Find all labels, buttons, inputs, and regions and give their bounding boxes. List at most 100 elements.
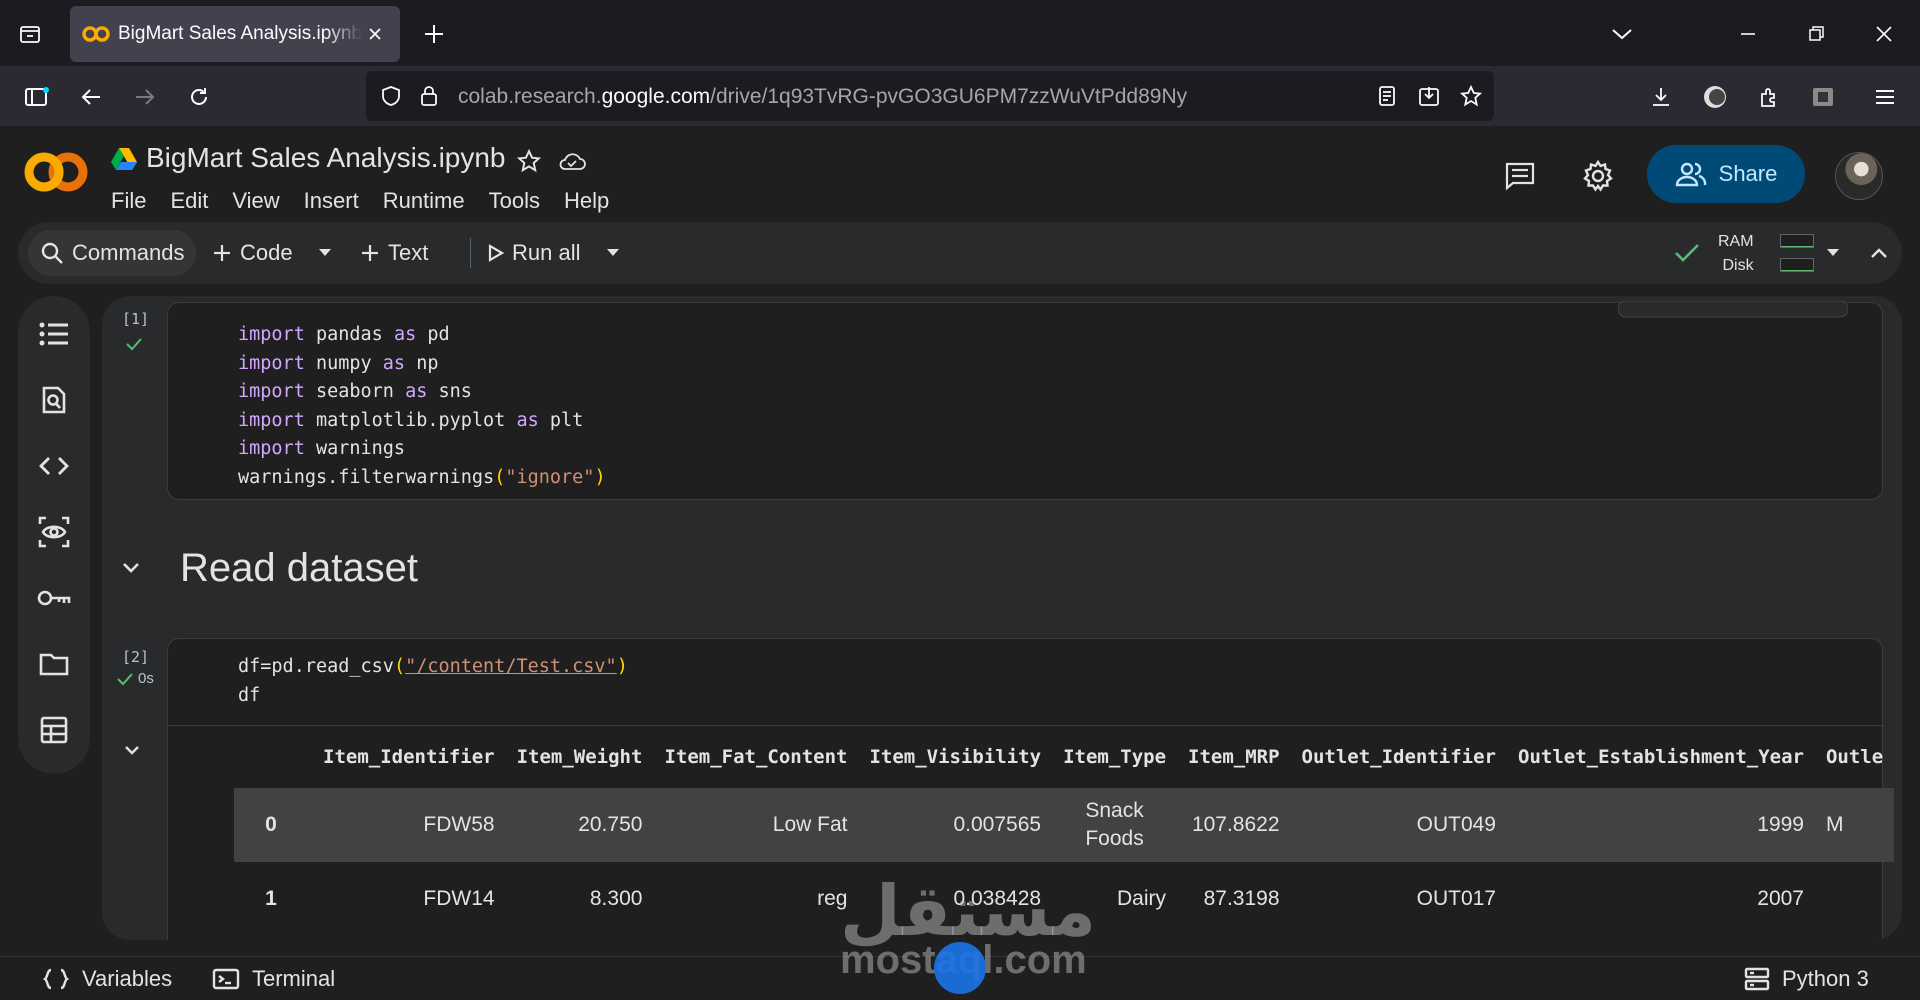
extension-badge-icon[interactable]: [1808, 82, 1838, 112]
tab-overflow-chevron-icon[interactable]: [1608, 20, 1636, 48]
cell-2-exec-count: [2]: [122, 648, 150, 666]
output-collapse-chevron-icon[interactable]: [122, 742, 142, 758]
terminal-button[interactable]: Terminal: [212, 957, 335, 1000]
menu-edit[interactable]: Edit: [170, 188, 208, 214]
menu-file[interactable]: File: [111, 188, 146, 214]
table-cell: 2007: [1757, 887, 1804, 910]
cell-2-success-check-icon: [117, 672, 133, 685]
table-cell: FDW14: [423, 887, 495, 910]
cell-2-exec-time: 0s: [138, 670, 154, 687]
resource-meters[interactable]: [1780, 234, 1814, 282]
disk-meter: [1780, 258, 1814, 272]
forward-arrow-icon[interactable]: [130, 82, 160, 112]
url-text[interactable]: colab.research.google.com/drive/1q93TvRG…: [458, 85, 1187, 109]
browser-tab-strip: BigMart Sales Analysis.ipynb - Colab: [0, 0, 1920, 66]
runtime-button[interactable]: Python 3: [1744, 957, 1869, 1000]
shield-icon[interactable]: [378, 83, 404, 109]
secrets-key-icon[interactable]: [36, 580, 72, 616]
menu-help[interactable]: Help: [564, 188, 609, 214]
add-code-dropdown-icon[interactable]: [318, 222, 332, 284]
code-label: Code: [240, 240, 293, 265]
menu-tools[interactable]: Tools: [489, 188, 540, 214]
reload-icon[interactable]: [184, 82, 214, 112]
reader-view-icon[interactable]: [1374, 83, 1400, 109]
people-icon: [1675, 162, 1706, 187]
google-drive-icon[interactable]: [110, 146, 138, 172]
cloud-saved-icon[interactable]: [556, 146, 588, 176]
add-text-button[interactable]: Text: [360, 222, 428, 284]
account-icon[interactable]: [1700, 82, 1730, 112]
menu-runtime[interactable]: Runtime: [383, 188, 465, 214]
close-window-icon[interactable]: [1870, 20, 1898, 48]
table-header-row: Item_Identifier Item_Weight Item_Fat_Con…: [234, 726, 1894, 788]
notebook-title[interactable]: BigMart Sales Analysis.ipynb: [146, 142, 506, 174]
ram-meter: [1780, 234, 1814, 248]
left-sidebar: [18, 296, 90, 774]
minimize-window-icon[interactable]: [1734, 20, 1762, 48]
tab-list-icon[interactable]: [16, 20, 44, 48]
data-table-icon[interactable]: [36, 712, 72, 748]
table-cell: 20.750: [505, 788, 654, 862]
table-cell: OUT049: [1290, 788, 1507, 862]
table-cell: M: [1814, 788, 1895, 862]
code-snippets-icon[interactable]: [36, 448, 72, 484]
cell-2-code[interactable]: df=pd.read_csv("/content/Test.csv") df: [238, 653, 628, 710]
browser-tab-active[interactable]: BigMart Sales Analysis.ipynb - Colab: [70, 6, 400, 62]
column-header: Item_Type: [1063, 746, 1167, 768]
code-cell-1[interactable]: import pandas as pd import numpy as np i…: [167, 301, 1883, 500]
collapse-header-icon[interactable]: [1870, 222, 1888, 284]
connected-check-icon: [1674, 222, 1700, 284]
terminal-label: Terminal: [252, 966, 336, 991]
table-of-contents-icon[interactable]: [36, 316, 72, 352]
user-avatar[interactable]: [1835, 152, 1883, 200]
braces-icon: [42, 968, 70, 990]
hamburger-menu-icon[interactable]: [1870, 82, 1900, 112]
variables-button[interactable]: Variables: [42, 957, 172, 1000]
runtime-label: Python 3: [1782, 966, 1869, 991]
variables-inspector-eye-icon[interactable]: [36, 514, 72, 550]
cell-2-exec-status: 0s: [116, 670, 154, 687]
share-button[interactable]: Share: [1647, 145, 1805, 203]
table-cell: 107.8622: [1177, 788, 1291, 862]
cell-toolbar: [1618, 301, 1848, 319]
restore-window-icon[interactable]: [1802, 20, 1830, 48]
run-all-dropdown-icon[interactable]: [606, 222, 620, 284]
resources-dropdown-icon[interactable]: [1826, 222, 1840, 284]
resource-labels[interactable]: RAM Disk: [1718, 230, 1754, 278]
table-cell: Low Fat: [653, 788, 859, 862]
section-collapse-chevron-icon[interactable]: [120, 560, 142, 576]
url-bar[interactable]: colab.research.google.com/drive/1q93TvRG…: [366, 71, 1494, 121]
comments-icon[interactable]: [1500, 156, 1540, 196]
bookmark-star-icon[interactable]: [1458, 83, 1484, 109]
add-code-button[interactable]: Code: [212, 222, 293, 284]
extensions-icon[interactable]: [1754, 82, 1784, 112]
commands-button[interactable]: Commands: [28, 230, 197, 276]
menu-bar: File Edit View Insert Runtime Tools Help: [111, 188, 609, 214]
column-header: Item_MRP: [1188, 746, 1280, 768]
files-folder-icon[interactable]: [36, 646, 72, 682]
save-page-icon[interactable]: [1416, 83, 1442, 109]
table-cell: FDW58: [312, 788, 506, 862]
find-replace-icon[interactable]: [36, 382, 72, 418]
cell-1-code[interactable]: import pandas as pd import numpy as np i…: [238, 321, 606, 493]
column-header: Outlet_Establishment_Year: [1518, 746, 1804, 768]
colab-logo[interactable]: [24, 150, 88, 194]
back-arrow-icon[interactable]: [76, 82, 106, 112]
cell-1-exec-count: [1]: [122, 310, 150, 328]
settings-gear-icon[interactable]: [1578, 156, 1618, 196]
table-cell: OUT017: [1416, 887, 1496, 910]
downloads-icon[interactable]: [1646, 82, 1676, 112]
lock-icon[interactable]: [416, 83, 442, 109]
sidebar-toggle-icon[interactable]: [22, 82, 52, 112]
star-notebook-icon[interactable]: [514, 146, 544, 176]
menu-insert[interactable]: Insert: [304, 188, 359, 214]
colab-favicon-icon: [82, 26, 110, 42]
tab-close-icon[interactable]: [362, 21, 388, 47]
menu-view[interactable]: View: [232, 188, 279, 214]
share-label: Share: [1718, 161, 1778, 186]
section-heading-read-dataset[interactable]: Read dataset: [180, 546, 418, 591]
table-cell-index: 1: [265, 887, 277, 910]
new-tab-icon[interactable]: [420, 20, 448, 48]
dataframe-output[interactable]: Item_Identifier Item_Weight Item_Fat_Con…: [234, 726, 1902, 940]
run-all-button[interactable]: Run all: [488, 222, 580, 284]
